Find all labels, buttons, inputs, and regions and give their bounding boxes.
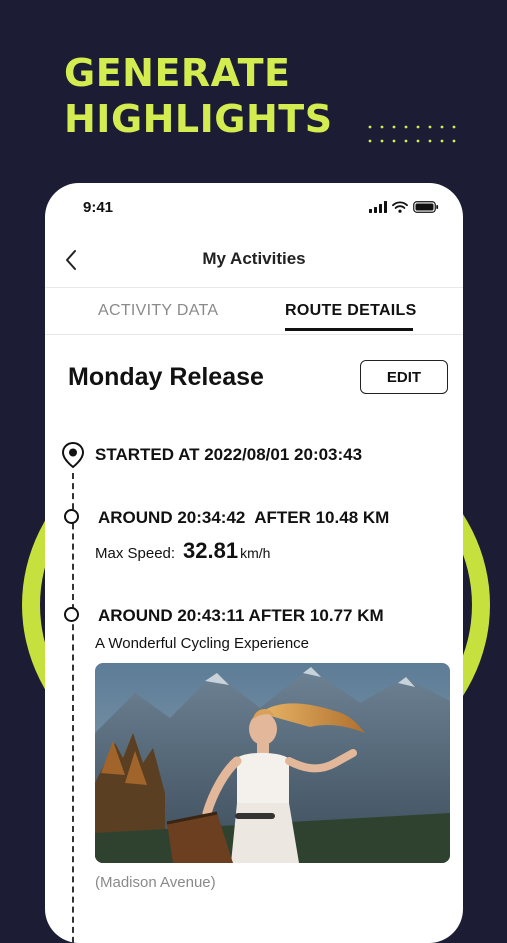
max-speed-unit: km/h <box>240 545 271 561</box>
wifi-icon <box>392 201 408 213</box>
tab-activity-data[interactable]: ACTIVITY DATA <box>98 302 218 320</box>
location-text: (Madison Avenue) <box>95 874 216 891</box>
max-speed-value: 32.81 <box>183 538 239 563</box>
battery-icon <box>413 201 439 213</box>
timeline-point-2-heading: AROUND 20:43:11 AFTER 10.77 KM <box>98 606 384 626</box>
max-speed-label: Max Speed: <box>95 545 176 562</box>
signal-icon <box>369 201 387 213</box>
timeline-point-1-heading: AROUND 20:34:42 AFTER 10.48 KM <box>98 508 389 528</box>
timeline-point-2-time: AROUND 20:43:11 <box>98 606 245 625</box>
edit-button[interactable]: EDIT <box>360 360 448 394</box>
timeline-node <box>64 509 79 524</box>
location-pin-icon <box>61 441 85 469</box>
page-title: My Activities <box>202 249 306 268</box>
status-time: 9:41 <box>83 199 114 216</box>
status-icons <box>369 201 439 213</box>
decorative-dots <box>368 125 456 143</box>
max-speed-row: Max Speed: 32.81 km/h <box>95 538 270 564</box>
timeline-point-2-distance: AFTER 10.77 KM <box>248 606 384 625</box>
photo-caption: A Wonderful Cycling Experience <box>95 635 309 652</box>
timeline-point-1-distance: AFTER 10.48 KM <box>254 508 390 527</box>
promo-headline: GENERATE HIGHLIGHTS <box>64 50 333 142</box>
timeline-point-1-time: AROUND 20:34:42 <box>98 508 246 527</box>
active-tab-indicator <box>285 328 413 331</box>
headline-line-1: GENERATE <box>64 51 291 95</box>
activity-title: Monday Release <box>68 363 264 391</box>
headline-line-2: HIGHLIGHTS <box>64 97 333 141</box>
phone-screen: 9:41 My Activities ACTIVITY DATA ROUTE D… <box>45 183 463 943</box>
nav-bar: My Activities <box>45 239 463 285</box>
timeline-node <box>64 607 79 622</box>
photo-illustration <box>95 663 450 863</box>
timeline-line <box>72 473 74 943</box>
activity-photo[interactable] <box>95 663 450 863</box>
status-bar: 9:41 <box>45 183 463 231</box>
started-at-text: STARTED AT 2022/08/01 20:03:43 <box>95 445 363 464</box>
tab-route-details[interactable]: ROUTE DETAILS <box>285 302 417 320</box>
tab-bar: ACTIVITY DATA ROUTE DETAILS <box>45 287 463 335</box>
